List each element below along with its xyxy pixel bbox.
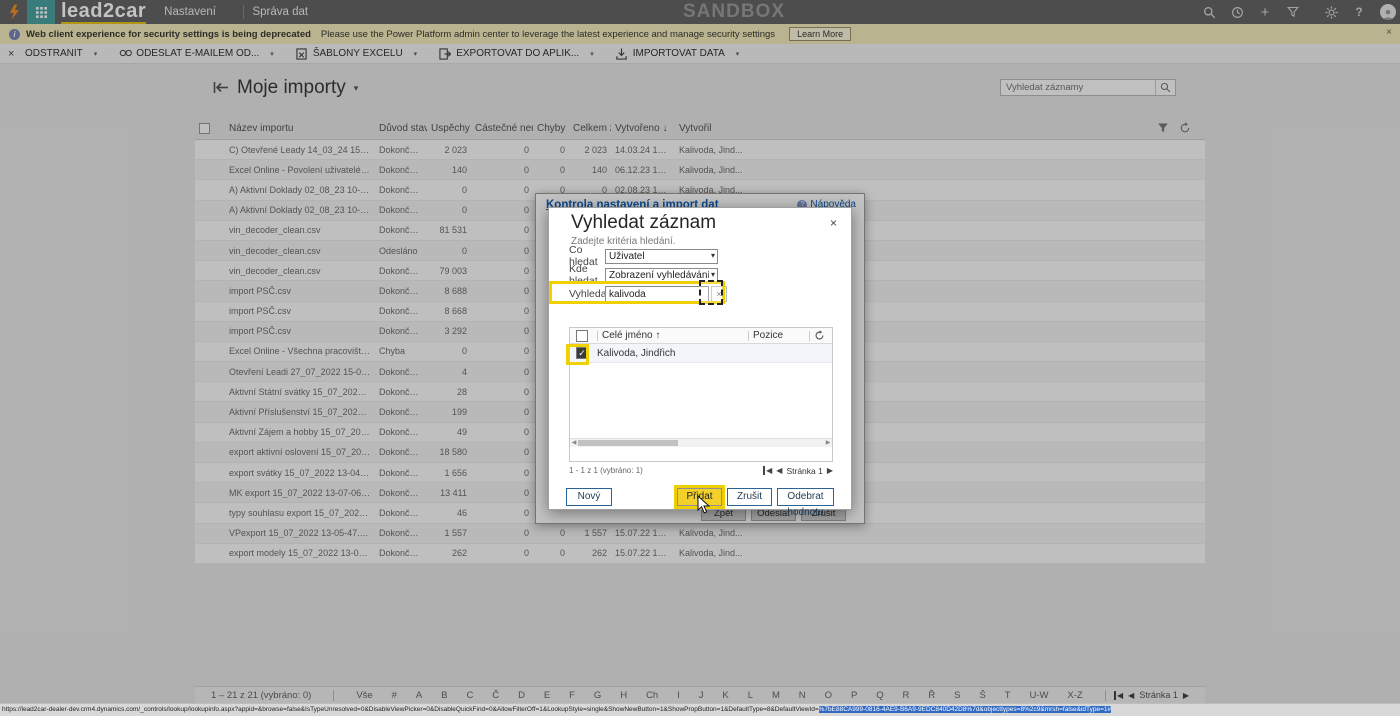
chevron-down-icon: ▾: [711, 270, 715, 279]
lookup-record-range: 1 - 1 z 1 (vybráno: 1): [569, 466, 643, 475]
scroll-left-icon[interactable]: ◀: [570, 439, 578, 447]
search-field-row: Vyhledat ×: [569, 286, 727, 302]
dialog-title: Vyhledat záznam: [571, 212, 716, 234]
look-for-value: Uživatel: [609, 251, 709, 262]
lookup-record-dialog: Vyhledat záznam × Zadejte kritéria hledá…: [548, 207, 852, 510]
look-in-field-row: Kde hledat Zobrazení vyhledávání uživat …: [569, 267, 718, 283]
lookup-select-all-checkbox[interactable]: [576, 330, 588, 342]
look-in-select[interactable]: Zobrazení vyhledávání uživat ▾: [605, 268, 718, 283]
scroll-right-icon[interactable]: ▶: [824, 439, 832, 447]
remove-value-button[interactable]: Odebrat hodnotu: [777, 488, 834, 506]
first-page-icon[interactable]: ◀: [763, 466, 772, 475]
look-for-field-row: Co hledat Uživatel ▾: [569, 248, 718, 264]
status-url-highlighted: %7bE88CA999-0816-4AE9-B6A9-9EDC840D42D8%…: [819, 706, 1112, 713]
new-button[interactable]: Nový: [566, 488, 612, 506]
chevron-down-icon: ▾: [711, 251, 715, 260]
browser-status-bar: https://lead2car-dealer-dev.crm4.dynamic…: [0, 703, 1400, 716]
horizontal-scrollbar[interactable]: ◀ ▶: [570, 438, 832, 447]
lookup-refresh-icon[interactable]: [814, 330, 832, 341]
lookup-row-checkbox-checked[interactable]: ✓: [576, 347, 588, 359]
scrollbar-thumb[interactable]: [578, 440, 678, 446]
lookup-result-row[interactable]: ✓ Kalivoda, Jindřich: [570, 344, 832, 363]
lookup-search-input[interactable]: [605, 286, 709, 302]
lookup-result-name[interactable]: Kalivoda, Jindřich: [593, 348, 675, 359]
lookup-page-indicator: Stránka 1: [786, 466, 822, 476]
lookup-grid-footer: 1 - 1 z 1 (vybráno: 1) ◀ ◀ Stránka 1 ▶: [569, 463, 833, 478]
clear-search-icon[interactable]: ×: [711, 286, 727, 302]
look-in-label: Kde hledat: [569, 263, 605, 287]
lookup-name-column-label: Celé jméno: [602, 330, 653, 341]
lookup-results-grid: Celé jméno ↑ Pozice ✓ Kalivoda, Jindřich…: [569, 327, 833, 462]
dialog-close-icon[interactable]: ×: [830, 216, 837, 230]
sort-asc-icon: ↑: [655, 330, 660, 341]
look-for-select[interactable]: Uživatel ▾: [605, 249, 718, 264]
app-window: lead2car Nastavení ▾ Správa dat SANDBOX …: [0, 0, 1400, 716]
next-page-icon[interactable]: ▶: [827, 466, 833, 475]
lookup-name-column-header[interactable]: Celé jméno ↑: [602, 330, 744, 341]
lookup-grid-header: Celé jméno ↑ Pozice: [570, 328, 832, 344]
lookup-pager: ◀ ◀ Stránka 1 ▶: [763, 466, 833, 476]
search-field-label: Vyhledat: [569, 288, 605, 300]
lookup-position-column-header[interactable]: Pozice: [753, 330, 805, 341]
look-in-value: Zobrazení vyhledávání uživat: [609, 270, 709, 281]
previous-page-icon[interactable]: ◀: [776, 466, 782, 475]
add-button[interactable]: Přidat: [677, 488, 722, 506]
status-url: https://lead2car-dealer-dev.crm4.dynamic…: [2, 706, 819, 713]
cancel-button[interactable]: Zrušit: [727, 488, 772, 506]
